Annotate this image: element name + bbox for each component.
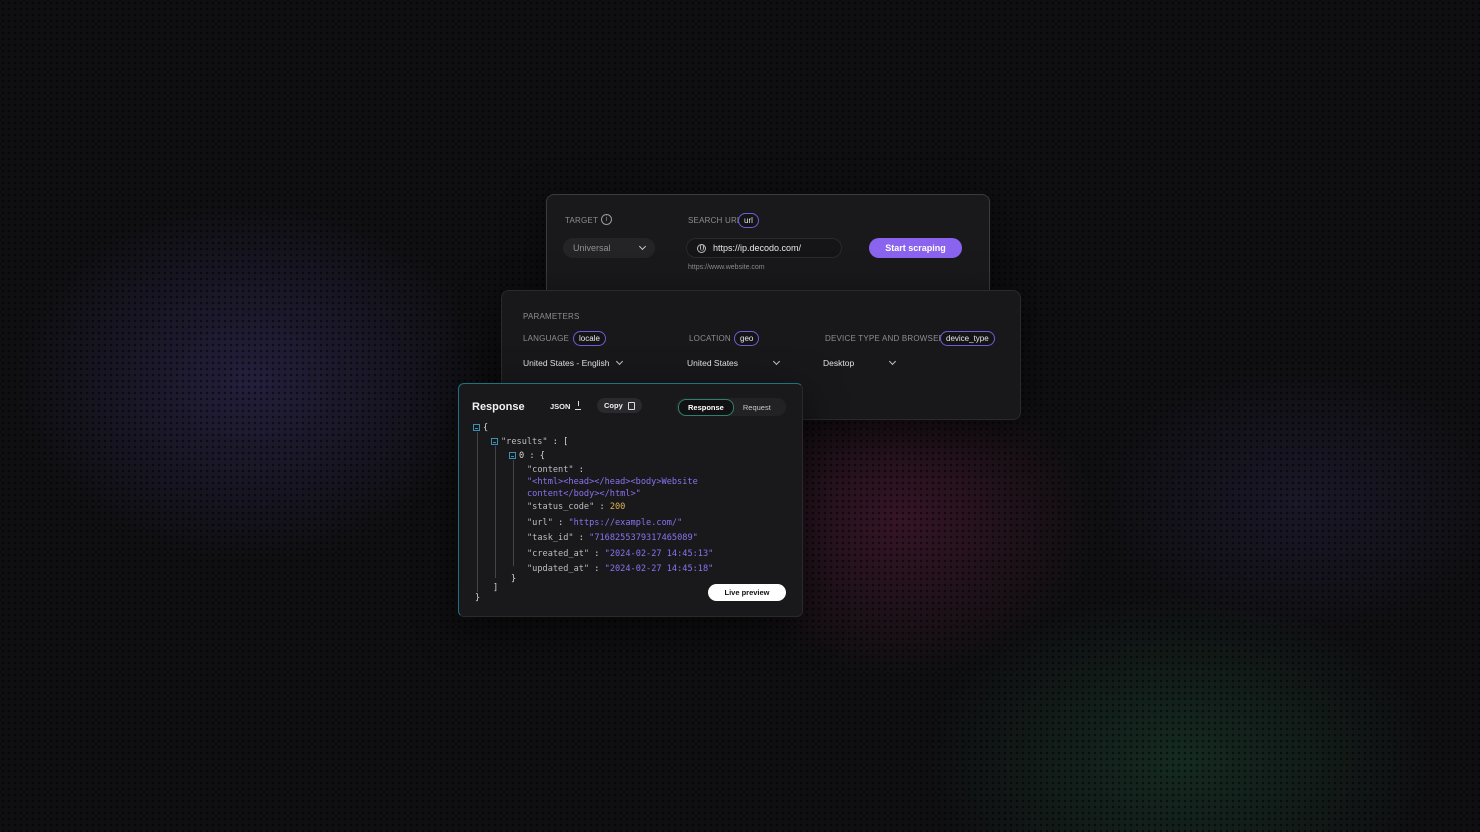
response-title: Response [472, 401, 525, 413]
device-value: Desktop [823, 358, 855, 368]
device-type-tag: device_type [940, 331, 995, 346]
json-line: "url" : "https://example.com/" [527, 518, 683, 528]
geo-tag: geo [734, 331, 760, 346]
json-line: "status_code" : 200 [527, 502, 626, 512]
download-icon [575, 401, 582, 410]
json-label: JSON [550, 402, 571, 411]
response-panel: Response JSON Copy Response Request { "r… [458, 383, 803, 617]
json-line: 0 : { [509, 450, 545, 462]
tree-guide-line [513, 460, 514, 566]
target-select[interactable]: Universal [563, 238, 655, 258]
search-url-input[interactable]: https://ip.decodo.com/ [686, 238, 842, 258]
language-label: LANGUAGE [523, 334, 570, 343]
url-tag: url [738, 213, 759, 228]
chevron-down-icon [616, 357, 624, 366]
tab-request[interactable]: Request [734, 400, 780, 415]
json-line: ] [493, 583, 499, 593]
json-viewer: { "results" : [ 0 : { "content" : "<html… [473, 422, 793, 603]
device-label: DEVICE TYPE AND BROWSER [825, 334, 945, 343]
search-url-value: https://ip.decodo.com/ [713, 243, 802, 253]
json-line: "results" : [ [491, 436, 568, 448]
json-line: "created_at" : "2024-02-27 14:45:13" [527, 549, 714, 559]
location-label: LOCATION [689, 334, 731, 343]
search-url-hint: https://www.website.com [688, 264, 765, 271]
copy-icon [627, 401, 635, 410]
json-line: "task_id" : "7168255379317465089" [527, 533, 698, 543]
chevron-down-icon [638, 242, 647, 251]
json-line: "<html><head></head><body>Website [527, 477, 698, 487]
chevron-down-icon [772, 357, 781, 366]
live-preview-button[interactable]: Live preview [708, 584, 786, 601]
parameters-title: PARAMETERS [523, 312, 580, 321]
collapse-icon[interactable] [473, 424, 480, 431]
language-value: United States - English [523, 358, 610, 368]
json-download-button[interactable]: JSON [550, 401, 582, 411]
info-icon[interactable]: i [601, 214, 612, 225]
location-select[interactable]: United States [687, 357, 781, 368]
copy-label: Copy [604, 401, 623, 410]
tree-guide-line [477, 432, 478, 592]
target-select-value: Universal [573, 243, 611, 253]
chevron-down-icon [888, 357, 897, 366]
json-line: } [511, 574, 517, 584]
json-line: } [475, 593, 481, 603]
language-select[interactable]: United States - English [523, 357, 624, 368]
globe-icon [697, 243, 706, 253]
json-line: { [473, 422, 488, 434]
location-value: United States [687, 358, 739, 368]
json-line: "updated_at" : "2024-02-27 14:45:18" [527, 564, 714, 574]
tree-guide-line [495, 446, 496, 578]
locale-tag: locale [573, 331, 606, 346]
device-select[interactable]: Desktop [823, 357, 897, 368]
json-line: "content" : [527, 465, 584, 475]
start-scraping-button[interactable]: Start scraping [869, 238, 962, 258]
json-line: content</body></html>" [527, 489, 641, 499]
collapse-icon[interactable] [491, 438, 498, 445]
collapse-icon[interactable] [509, 452, 516, 459]
target-label: TARGET [565, 216, 599, 225]
search-url-label: SEARCH URL [688, 216, 742, 225]
response-request-tabs: Response Request [676, 398, 786, 416]
copy-button[interactable]: Copy [597, 398, 642, 413]
tab-response[interactable]: Response [678, 398, 734, 416]
